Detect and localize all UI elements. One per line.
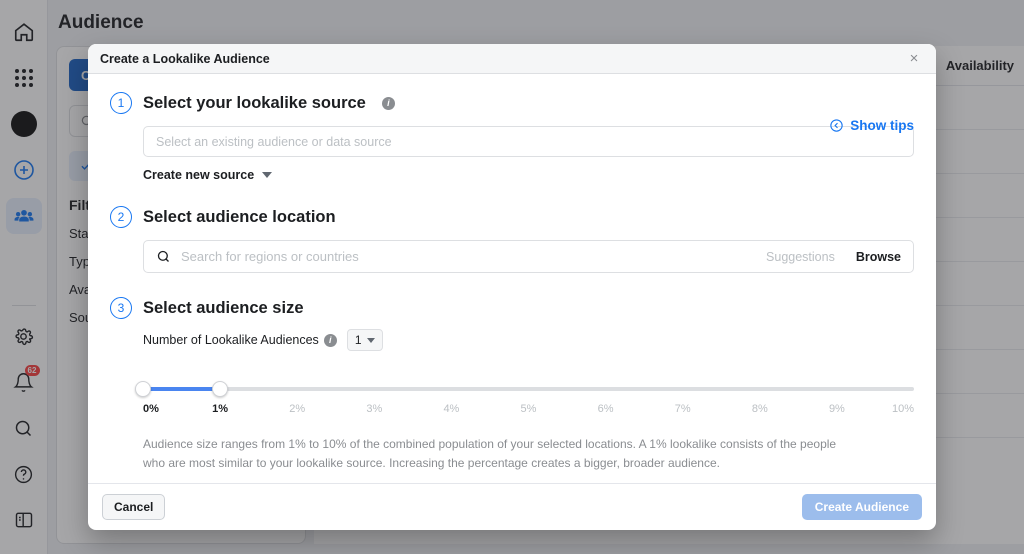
audience-size-slider[interactable] [143,381,914,397]
info-icon[interactable]: i [382,97,395,110]
show-tips-label: Show tips [850,118,914,133]
slider-tick-7pct: 7% [675,403,691,415]
step-1-header: 1 Select your lookalike source i [110,92,914,114]
step-3-header: 3 Select audience size [110,297,914,319]
info-icon[interactable]: i [324,334,337,347]
step-2-fields: Search for regions or countries Suggesti… [143,240,914,273]
step-1-number: 1 [110,92,132,114]
slider-tick-0pct: 0% [143,403,159,415]
suggestions-button[interactable]: Suggestions [766,250,835,264]
create-audience-submit-button[interactable]: Create Audience [802,494,922,520]
lookalike-count-select[interactable]: 1 [347,329,383,351]
slider-tick-1pct: 1% [212,403,228,415]
create-lookalike-audience-dialog: Create a Lookalike Audience × Show tips … [88,44,936,530]
step-1-title: Select your lookalike source [143,94,366,113]
cancel-button[interactable]: Cancel [102,494,165,520]
search-icon [156,249,171,264]
lookalike-count-row: Number of Lookalike Audiences i 1 [143,329,914,351]
create-new-source-dropdown[interactable]: Create new source [143,168,914,182]
close-icon[interactable]: × [904,49,924,69]
step-3-number: 3 [110,297,132,319]
dialog-title: Create a Lookalike Audience [100,52,270,66]
show-tips-button[interactable]: Show tips [829,118,914,133]
step-2-header: 2 Select audience location [110,206,914,228]
step-1-fields: Select an existing audience or data sour… [143,126,914,182]
chevron-down-icon [262,172,272,178]
slider-track [143,387,914,391]
create-new-source-label: Create new source [143,168,254,182]
screen: 62 Audience [0,0,1024,554]
step-3-fields: Number of Lookalike Audiences i 1 [143,329,914,351]
slider-tick-5pct: 5% [521,403,537,415]
lookalike-source-input[interactable]: Select an existing audience or data sour… [143,126,914,157]
location-search-placeholder: Search for regions or countries [181,249,756,264]
browse-button[interactable]: Browse [856,250,901,264]
chevron-left-circle-icon [829,118,844,133]
lookalike-count-value: 1 [355,333,362,347]
slider-tick-9pct: 9% [829,403,845,415]
step-3-title: Select audience size [143,299,304,318]
dialog-footer: Cancel Create Audience [88,483,936,530]
slider-tick-labels: 0% 1% 2% 3% 4% 5% 6% 7% 8% 9% 10% [143,403,914,419]
chevron-down-icon [367,338,375,343]
dialog-body: Show tips 1 Select your lookalike source… [88,74,936,483]
slider-tick-6pct: 6% [598,403,614,415]
step-2-title: Select audience location [143,208,336,227]
slider-tick-8pct: 8% [752,403,768,415]
slider-handle-high[interactable] [212,381,228,397]
audience-size-help-text: Audience size ranges from 1% to 10% of t… [143,435,843,472]
lookalike-source-placeholder: Select an existing audience or data sour… [156,135,392,149]
dialog-header: Create a Lookalike Audience × [88,44,936,74]
lookalike-count-label: Number of Lookalike Audiences [143,333,319,347]
slider-tick-3pct: 3% [366,403,382,415]
slider-tick-10pct: 10% [892,403,914,415]
slider-track-fill [143,387,220,391]
slider-tick-4pct: 4% [443,403,459,415]
slider-tick-2pct: 2% [289,403,305,415]
step-2-number: 2 [110,206,132,228]
slider-handle-low[interactable] [135,381,151,397]
location-search-input[interactable]: Search for regions or countries Suggesti… [143,240,914,273]
